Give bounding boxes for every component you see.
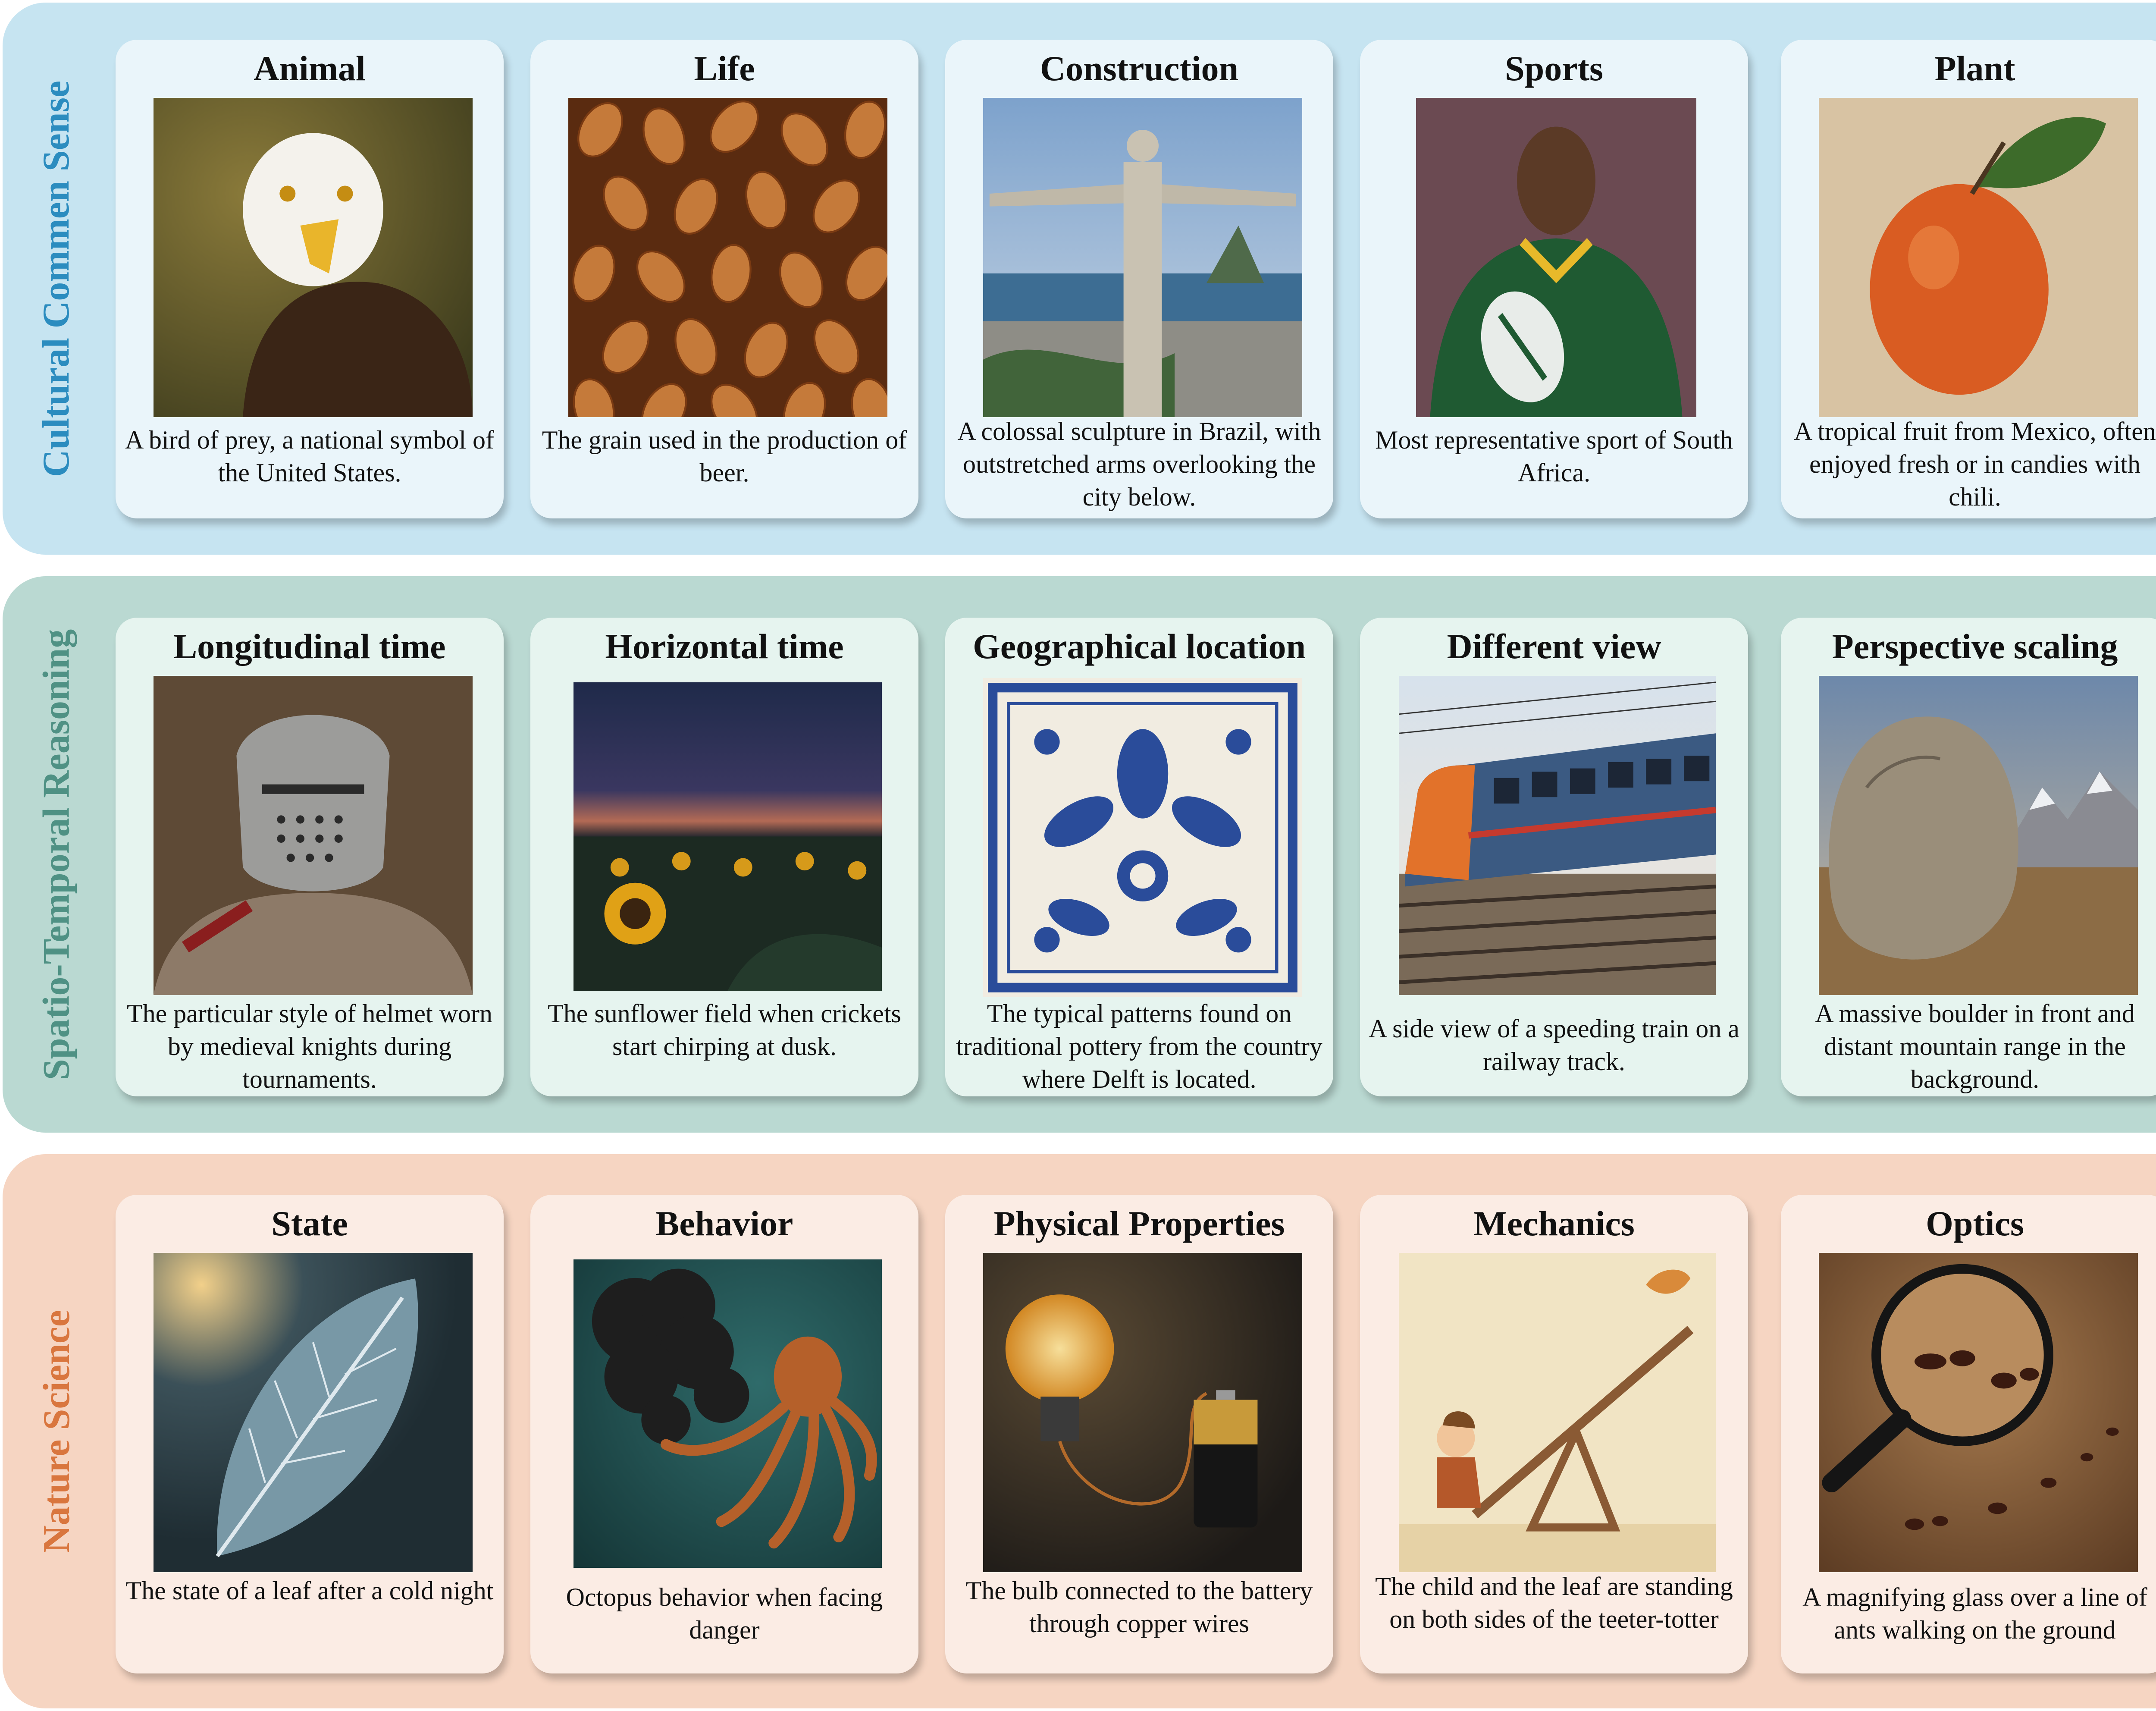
card-title: Horizontal time bbox=[605, 627, 844, 666]
seesaw-child-leaf-image bbox=[1399, 1253, 1716, 1572]
card-title: Plant bbox=[1934, 49, 2015, 88]
row-label: Spatio-Temporal Reasoning bbox=[35, 629, 78, 1080]
card-caption: A magnifying glass over a line of ants w… bbox=[1802, 1583, 2147, 1644]
row-label: Nature Science bbox=[35, 1310, 78, 1553]
barley-grains-image bbox=[568, 98, 887, 417]
card-caption: Octopus behavior when facing danger bbox=[566, 1583, 883, 1644]
card-caption: The state of a leaf after a cold night bbox=[125, 1576, 494, 1605]
speeding-train-image bbox=[1399, 676, 1716, 995]
knight-helmet-image bbox=[154, 676, 473, 995]
card-title: Behavior bbox=[655, 1204, 793, 1243]
card-caption: A tropical fruit from Mexico, often enjo… bbox=[1794, 417, 2156, 511]
frosted-leaf-image bbox=[154, 1253, 473, 1572]
bald-eagle-image bbox=[154, 98, 473, 417]
card-title: Geographical location bbox=[972, 627, 1306, 666]
card-caption: The particular style of helmet worn by m… bbox=[126, 999, 493, 1093]
card-horizontal-time: Horizontal time The sunflower field when… bbox=[530, 618, 918, 1096]
card-title: Construction bbox=[1040, 49, 1239, 88]
card-caption: A colossal sculpture in Brazil, with out… bbox=[957, 417, 1321, 511]
card-physical-properties: Physical Properties The bulb connected t… bbox=[945, 1195, 1333, 1673]
card-construction: Construction A colossal sculpture in Bra… bbox=[945, 40, 1333, 518]
card-title: Life bbox=[694, 49, 755, 88]
card-title: Physical Properties bbox=[993, 1204, 1285, 1243]
lightbulb-battery-image bbox=[983, 1253, 1302, 1572]
card-title: Sports bbox=[1505, 49, 1603, 88]
card-perspective-scaling: Perspective scaling A massive boulder in… bbox=[1781, 618, 2156, 1096]
card-animal: Animal A bird of prey, a national symbol… bbox=[116, 40, 504, 518]
card-caption: A bird of prey, a national symbol of the… bbox=[125, 426, 494, 487]
rugby-player-image bbox=[1416, 98, 1696, 417]
card-state: State The state of a leaf after a cold n… bbox=[116, 1195, 504, 1673]
card-sports: Sports Most representative sport of Sout… bbox=[1360, 40, 1748, 518]
card-mechanics: Mechanics The child and the leaf are sta… bbox=[1360, 1195, 1748, 1673]
card-caption: The grain used in the production of beer… bbox=[542, 426, 907, 487]
magnifying-glass-ants-image bbox=[1819, 1253, 2138, 1572]
boulder-mountains-image bbox=[1819, 676, 2138, 995]
card-geographical-location: Geographical location The typical patter… bbox=[945, 618, 1333, 1096]
card-caption: Most representative sport of South Afric… bbox=[1375, 426, 1733, 487]
card-different-view: Different view A side view of a speeding… bbox=[1360, 618, 1748, 1096]
card-optics: Optics A magnifying glass over a line of… bbox=[1781, 1195, 2156, 1673]
card-title: Optics bbox=[1926, 1204, 2024, 1243]
christ-the-redeemer-image bbox=[983, 98, 1302, 417]
tropical-fruit-image bbox=[1819, 98, 2138, 417]
delft-blue-tile-image bbox=[983, 678, 1302, 997]
card-caption: The sunflower field when crickets start … bbox=[548, 999, 901, 1061]
card-caption: A massive boulder in front and distant m… bbox=[1815, 999, 2135, 1093]
card-plant: Plant A tropical fruit from Mexico, ofte… bbox=[1781, 40, 2156, 518]
card-caption: The bulb connected to the battery throug… bbox=[965, 1576, 1313, 1638]
card-title: State bbox=[271, 1204, 348, 1243]
octopus-ink-image bbox=[573, 1259, 882, 1568]
card-title: Mechanics bbox=[1473, 1204, 1635, 1243]
card-title: Longitudinal time bbox=[173, 627, 446, 666]
card-caption: The typical patterns found on traditiona… bbox=[956, 999, 1322, 1093]
card-caption: The child and the leaf are standing on b… bbox=[1375, 1572, 1733, 1633]
sunflower-field-dusk-image bbox=[573, 682, 882, 991]
card-title: Different view bbox=[1447, 627, 1661, 666]
card-title: Animal bbox=[254, 49, 366, 88]
card-title: Perspective scaling bbox=[1832, 627, 2118, 666]
card-caption: A side view of a speeding train on a rai… bbox=[1369, 1014, 1739, 1076]
card-life: Life The grain used in the production of… bbox=[530, 40, 918, 518]
card-longitudinal-time: Longitudinal time The particular style o… bbox=[116, 618, 504, 1096]
card-behavior: Behavior Octopus behavior when facing da… bbox=[530, 1195, 918, 1673]
row-label: Cultural Commen Sense bbox=[35, 80, 78, 477]
